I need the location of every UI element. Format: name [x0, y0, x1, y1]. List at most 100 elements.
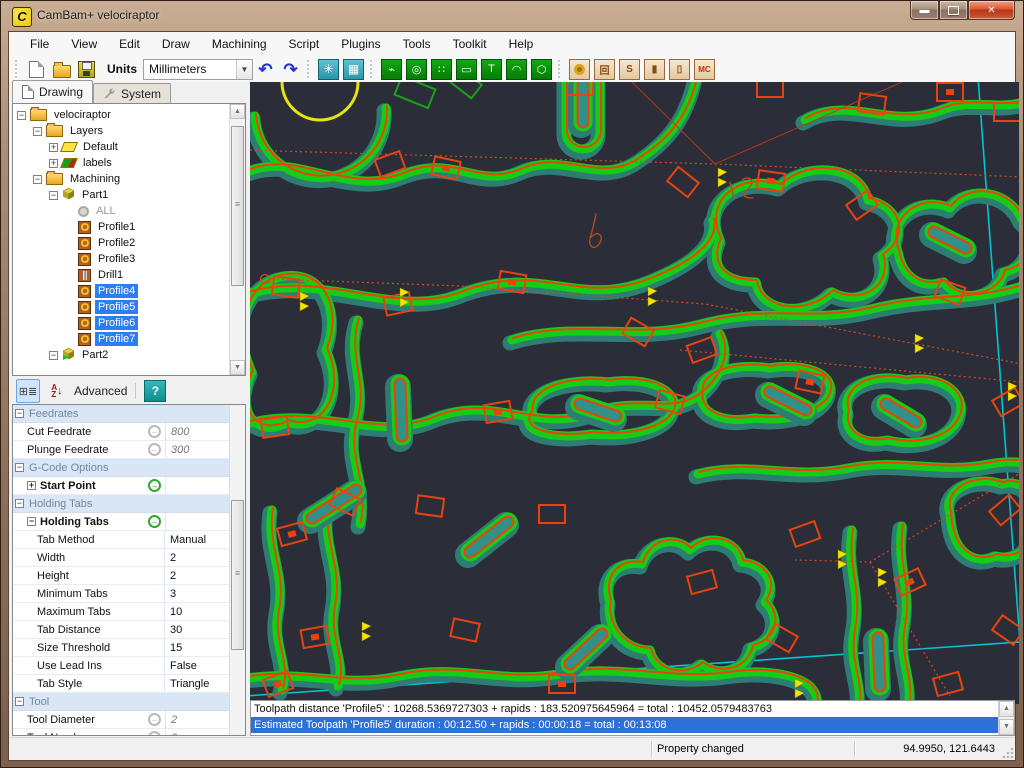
scroll-down-icon[interactable]: ▼	[999, 719, 1014, 735]
category-tool[interactable]: Tool	[13, 693, 245, 711]
tree-collapse-icon[interactable]	[33, 175, 42, 184]
collapse-icon[interactable]	[27, 517, 36, 526]
set-value-icon[interactable]: →	[148, 515, 161, 528]
redo-button[interactable]: ↷	[279, 59, 302, 80]
menu-toolkit[interactable]: Toolkit	[442, 33, 498, 55]
tree-item-profile5[interactable]: Profile5	[13, 299, 245, 315]
property-scrollbar[interactable]	[229, 405, 245, 735]
tree-item-profile3[interactable]: Profile3	[13, 251, 245, 267]
toggle-axes-button[interactable]: ✳	[317, 59, 340, 80]
tree-item-part1[interactable]: Part1	[13, 187, 245, 203]
property-tab-method[interactable]: Tab MethodManual	[13, 531, 245, 549]
tree-item-machining[interactable]: Machining	[13, 171, 245, 187]
tree-item-labels-layer[interactable]: labels	[13, 155, 245, 171]
property-minimum-tabs[interactable]: Minimum Tabs3	[13, 585, 245, 603]
property-start-point[interactable]: Start Point→	[13, 477, 245, 495]
tree-expand-icon[interactable]	[49, 159, 58, 168]
units-combobox[interactable]: Millimeters ▼	[143, 59, 253, 80]
menu-machining[interactable]: Machining	[201, 33, 278, 55]
draw-text-button[interactable]: T	[480, 59, 503, 80]
categorized-view-button[interactable]: ⊞≣	[16, 379, 40, 403]
inherited-value-icon[interactable]: →	[148, 713, 161, 726]
draw-rectangle-button[interactable]: ▭	[455, 59, 478, 80]
resize-grip[interactable]	[1001, 746, 1014, 759]
property-tab-distance[interactable]: Tab Distance30	[13, 621, 245, 639]
log-scrollbar[interactable]: ▲ ▼	[998, 701, 1014, 735]
tree-item-all[interactable]: ALL	[13, 203, 245, 219]
title-bar[interactable]: C CamBam+ velociraptor ▬ ✕	[1, 1, 1023, 31]
log-line-duration[interactable]: Estimated Toolpath 'Profile5' duration :…	[251, 717, 1014, 733]
draw-circle-button[interactable]: ◎	[405, 59, 428, 80]
category-feedrates[interactable]: Feedrates	[13, 405, 245, 423]
toolpath-canvas[interactable]	[250, 82, 1019, 704]
scrollbar-thumb[interactable]	[231, 126, 244, 286]
property-cut-feedrate[interactable]: Cut Feedrate→800	[13, 423, 245, 441]
property-tool-number[interactable]: Tool Number→2	[13, 729, 245, 736]
draw-points-button[interactable]: ∷	[430, 59, 453, 80]
machining-viewport[interactable]	[250, 82, 1015, 700]
mop-pocket-button[interactable]: 回	[593, 59, 616, 80]
expand-icon[interactable]	[27, 481, 36, 490]
mop-drill-button[interactable]: ▮	[643, 59, 666, 80]
category-holding-tabs[interactable]: Holding Tabs	[13, 495, 245, 513]
save-file-button[interactable]	[75, 59, 98, 80]
tree-item-profile1[interactable]: Profile1	[13, 219, 245, 235]
undo-button[interactable]: ↶	[254, 59, 277, 80]
collapse-icon[interactable]	[15, 463, 24, 472]
property-holding-tabs[interactable]: Holding Tabs→	[13, 513, 245, 531]
close-button[interactable]: ✕	[968, 1, 1015, 20]
menu-file[interactable]: File	[19, 33, 60, 55]
maximize-button[interactable]	[939, 1, 968, 20]
category-gcode-options[interactable]: G-Code Options	[13, 459, 245, 477]
menu-tools[interactable]: Tools	[392, 33, 442, 55]
tree-item-profile7[interactable]: Profile7	[13, 331, 245, 347]
menu-view[interactable]: View	[60, 33, 108, 55]
mop-custom-button[interactable]: MC	[693, 59, 716, 80]
drawing-tree[interactable]: velociraptor Layers Default labels Machi…	[12, 103, 246, 376]
tree-collapse-icon[interactable]	[49, 191, 58, 200]
collapse-icon[interactable]	[15, 409, 24, 418]
menu-help[interactable]: Help	[498, 33, 545, 55]
property-tab-style[interactable]: Tab StyleTriangle	[13, 675, 245, 693]
menu-plugins[interactable]: Plugins	[330, 33, 391, 55]
advanced-toggle[interactable]: Advanced	[74, 384, 127, 398]
tree-item-default-layer[interactable]: Default	[13, 139, 245, 155]
menu-script[interactable]: Script	[278, 33, 331, 55]
property-use-lead-ins[interactable]: Use Lead InsFalse	[13, 657, 245, 675]
new-document-button[interactable]	[25, 59, 48, 80]
set-value-icon[interactable]: →	[148, 479, 161, 492]
tree-collapse-icon[interactable]	[49, 351, 58, 360]
tree-expand-icon[interactable]	[49, 143, 58, 152]
log-line-distance[interactable]: Toolpath distance 'Profile5' : 10268.536…	[251, 701, 1014, 717]
tab-system[interactable]: System	[93, 83, 171, 103]
mop-engrave-button[interactable]: S	[618, 59, 641, 80]
tree-item-profile2[interactable]: Profile2	[13, 235, 245, 251]
tree-item-velociraptor[interactable]: velociraptor	[13, 107, 245, 123]
tree-collapse-icon[interactable]	[33, 127, 42, 136]
collapse-icon[interactable]	[15, 499, 24, 508]
scroll-down-icon[interactable]: ▼	[230, 360, 245, 375]
tree-item-profile6[interactable]: Profile6	[13, 315, 245, 331]
collapse-icon[interactable]	[15, 697, 24, 706]
message-log[interactable]: Toolpath distance 'Profile5' : 10268.536…	[250, 700, 1015, 736]
draw-arc-button[interactable]: ◠	[505, 59, 528, 80]
scrollbar-thumb[interactable]	[231, 500, 244, 650]
open-file-button[interactable]	[50, 59, 73, 80]
toggle-grid-button[interactable]: ▦	[342, 59, 365, 80]
draw-surface-button[interactable]: ⬡	[530, 59, 553, 80]
scroll-up-icon[interactable]: ▲	[230, 104, 245, 119]
property-width[interactable]: Width2	[13, 549, 245, 567]
property-plunge-feedrate[interactable]: Plunge Feedrate→300	[13, 441, 245, 459]
tree-collapse-icon[interactable]	[17, 111, 26, 120]
mop-profile-button[interactable]	[568, 59, 591, 80]
property-grid[interactable]: Feedrates Cut Feedrate→800 Plunge Feedra…	[12, 404, 246, 736]
alphabetical-sort-button[interactable]: AZ↓	[46, 380, 68, 402]
tree-item-part2[interactable]: Part2	[13, 347, 245, 363]
property-tool-diameter[interactable]: Tool Diameter→2	[13, 711, 245, 729]
menu-draw[interactable]: Draw	[151, 33, 201, 55]
property-size-threshold[interactable]: Size Threshold15	[13, 639, 245, 657]
menu-edit[interactable]: Edit	[108, 33, 151, 55]
tree-item-layers[interactable]: Layers	[13, 123, 245, 139]
scroll-up-icon[interactable]: ▲	[999, 701, 1014, 717]
inherited-value-icon[interactable]: →	[148, 443, 161, 456]
